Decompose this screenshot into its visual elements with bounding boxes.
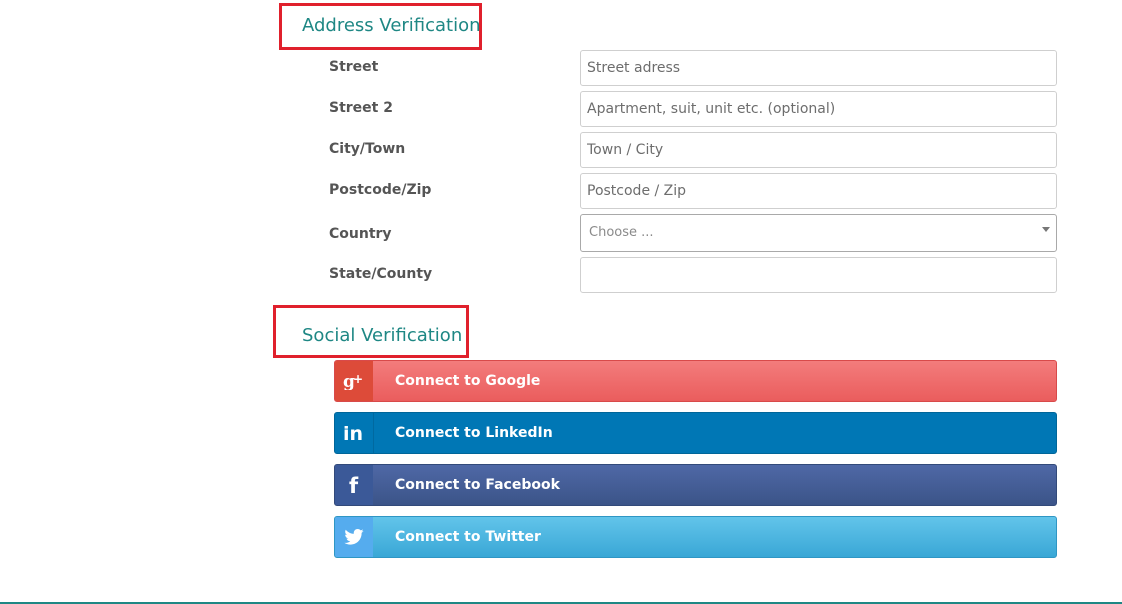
state-label: State/County xyxy=(329,266,433,282)
svg-text:f: f xyxy=(349,474,359,496)
connect-google-button[interactable]: g + Connect to Google xyxy=(334,360,1057,402)
country-select-value: Choose ... xyxy=(589,225,654,240)
street2-row: Street 2 xyxy=(0,91,1122,127)
street-input[interactable] xyxy=(580,50,1057,86)
connect-linkedin-label: Connect to LinkedIn xyxy=(395,425,553,441)
connect-twitter-label: Connect to Twitter xyxy=(395,529,541,545)
postcode-input[interactable] xyxy=(580,173,1057,209)
facebook-icon: f xyxy=(335,465,373,505)
connect-linkedin-button[interactable]: in Connect to LinkedIn xyxy=(334,412,1057,454)
country-label: Country xyxy=(329,226,392,242)
postcode-label: Postcode/Zip xyxy=(329,182,432,198)
postcode-row: Postcode/Zip xyxy=(0,173,1122,209)
caret-down-icon xyxy=(1042,227,1050,232)
connect-facebook-label: Connect to Facebook xyxy=(395,477,560,493)
city-label: City/Town xyxy=(329,141,406,157)
linkedin-icon: in xyxy=(335,413,374,453)
street-label: Street xyxy=(329,59,379,75)
address-section-title: Address Verification xyxy=(302,15,481,36)
city-row: City/Town xyxy=(0,132,1122,168)
state-input[interactable] xyxy=(580,257,1057,293)
google-plus-icon: g + xyxy=(335,361,373,401)
city-input[interactable] xyxy=(580,132,1057,168)
state-row: State/County xyxy=(0,257,1122,293)
country-row: Country Choose ... xyxy=(0,214,1122,252)
country-select[interactable]: Choose ... xyxy=(580,214,1057,252)
social-section-title: Social Verification xyxy=(302,325,463,346)
twitter-icon xyxy=(335,517,373,557)
street2-input[interactable] xyxy=(580,91,1057,127)
connect-facebook-button[interactable]: f Connect to Facebook xyxy=(334,464,1057,506)
svg-text:+: + xyxy=(353,372,363,386)
svg-text:in: in xyxy=(343,423,363,443)
street2-label: Street 2 xyxy=(329,100,393,116)
connect-twitter-button[interactable]: Connect to Twitter xyxy=(334,516,1057,558)
connect-google-label: Connect to Google xyxy=(395,373,541,389)
street-row: Street xyxy=(0,50,1122,86)
